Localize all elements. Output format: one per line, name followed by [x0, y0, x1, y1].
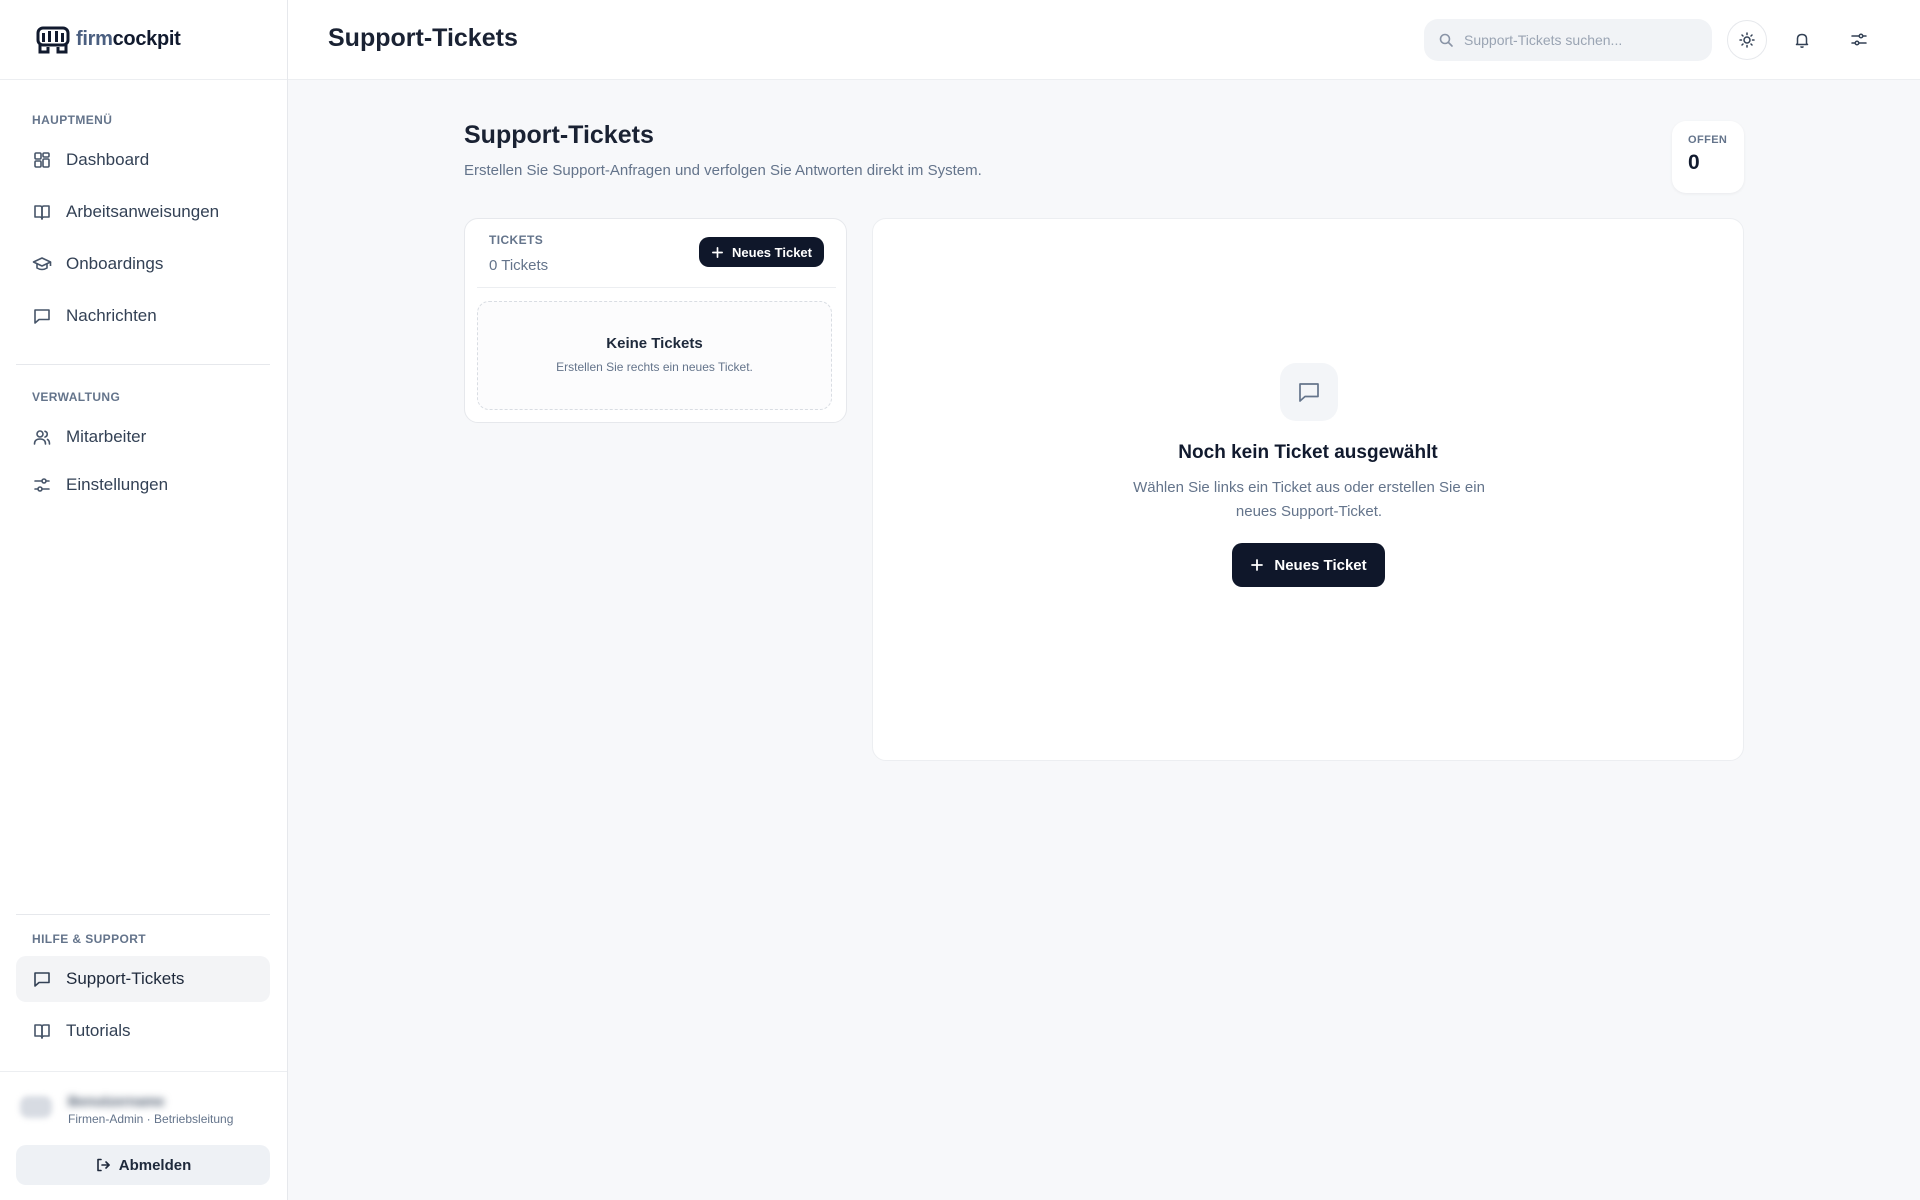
page-title: Support-Tickets	[328, 24, 518, 52]
section-label-help: HILFE & SUPPORT	[32, 932, 147, 946]
ticket-list-panel: TICKETS 0 Tickets Neues Ticket Keine Tic…	[464, 218, 847, 423]
sidebar-item-einstellungen[interactable]: Einstellungen	[16, 462, 270, 508]
section-subtitle: Erstellen Sie Support-Anfragen und verfo…	[464, 162, 982, 179]
book-icon	[32, 202, 52, 222]
graduation-cap-icon	[32, 254, 52, 274]
logout-label: Abmelden	[118, 1156, 192, 1174]
sidebar-item-label: Tutorials	[66, 1021, 131, 1040]
search-box[interactable]	[1424, 19, 1712, 61]
brand-name-dark: cockpit	[112, 28, 181, 50]
sidebar-divider	[16, 914, 270, 915]
empty-ticket-list: Keine Tickets Erstellen Sie rechts ein n…	[477, 301, 832, 410]
bell-icon	[1795, 33, 1809, 48]
sidebar-item-dashboard[interactable]: Dashboard	[16, 137, 270, 183]
chat-icon	[32, 306, 52, 326]
sidebar-item-label: Onboardings	[66, 254, 164, 273]
topbar: Support-Tickets	[288, 0, 1920, 80]
section-label-admin: VERWALTUNG	[32, 390, 121, 404]
empty-subtitle: Erstellen Sie rechts ein neues Ticket.	[556, 360, 753, 374]
sidebar-item-label: Dashboard	[66, 150, 150, 169]
notifications-button[interactable]	[1782, 20, 1822, 60]
chat-icon	[1280, 363, 1338, 421]
ticket-detail-panel: Noch kein Ticket ausgewählt Wählen Sie l…	[872, 218, 1744, 761]
dashboard-grid-icon	[32, 150, 52, 170]
empty-title: Keine Tickets	[606, 335, 703, 352]
stat-value: 0	[1688, 151, 1700, 174]
new-ticket-button[interactable]: Neues Ticket	[1232, 543, 1385, 587]
logout-icon	[96, 1158, 110, 1172]
sidebar-item-mitarbeiter[interactable]: Mitarbeiter	[16, 414, 270, 460]
list-divider	[477, 287, 836, 288]
settings-sliders-button[interactable]	[1839, 20, 1879, 60]
brand-name: firmcockpit	[76, 28, 181, 51]
new-ticket-button[interactable]: Neues Ticket	[699, 237, 824, 267]
button-label: Neues Ticket	[1274, 556, 1367, 574]
chat-icon	[32, 969, 52, 989]
empty-state-subtitle: Wählen Sie links ein Ticket aus oder ers…	[1133, 479, 1485, 520]
sliders-icon	[32, 475, 52, 495]
ticket-list-label: TICKETS	[489, 233, 544, 247]
avatar[interactable]	[20, 1096, 52, 1118]
sidebar-item-tutorials[interactable]: Tutorials	[16, 1008, 270, 1054]
sidebar-item-arbeitsanweisungen[interactable]: Arbeitsanweisungen	[16, 189, 270, 235]
sidebar: firmcockpit HAUPTMENÜ Dashboard Arbeitsa…	[0, 0, 288, 1200]
user-name: Benutzername	[68, 1093, 165, 1109]
sidebar-item-nachrichten[interactable]: Nachrichten	[16, 293, 270, 339]
sidebar-item-support-tickets[interactable]: Support-Tickets	[16, 956, 270, 1002]
logout-button[interactable]: Abmelden	[16, 1145, 270, 1185]
plus-icon	[712, 246, 723, 258]
section-label-main: HAUPTMENÜ	[32, 113, 113, 127]
stat-label: OFFEN	[1688, 134, 1728, 146]
theme-toggle-button[interactable]	[1727, 20, 1767, 60]
section-title: Support-Tickets	[464, 121, 654, 149]
sliders-icon	[1851, 33, 1867, 46]
sidebar-item-label: Arbeitsanweisungen	[66, 202, 220, 221]
search-input[interactable]	[1464, 32, 1684, 48]
book-icon	[32, 1021, 52, 1041]
users-icon	[32, 427, 52, 447]
sidebar-item-label: Mitarbeiter	[66, 427, 147, 446]
user-profile: Benutzername Firmen-Admin · Betriebsleit…	[0, 1071, 287, 1200]
empty-state-title: Noch kein Ticket ausgewählt	[1178, 442, 1438, 463]
search-icon	[1439, 33, 1453, 47]
sidebar-item-onboardings[interactable]: Onboardings	[16, 241, 270, 287]
plus-icon	[1251, 559, 1264, 571]
sidebar-item-label: Einstellungen	[66, 475, 169, 494]
button-label: Neues Ticket	[732, 244, 812, 260]
open-tickets-stat: OFFEN 0	[1672, 121, 1744, 193]
ticket-count: 0 Tickets	[489, 257, 549, 274]
sidebar-item-label: Support-Tickets	[66, 969, 185, 988]
sun-icon	[1739, 32, 1755, 48]
brand-name-light: firm	[76, 28, 113, 50]
firmcockpit-logo-icon	[36, 26, 70, 53]
sidebar-item-label: Nachrichten	[66, 306, 157, 325]
logo[interactable]: firmcockpit	[0, 0, 287, 80]
user-role: Firmen-Admin · Betriebsleitung	[68, 1112, 234, 1126]
sidebar-divider	[16, 364, 270, 365]
